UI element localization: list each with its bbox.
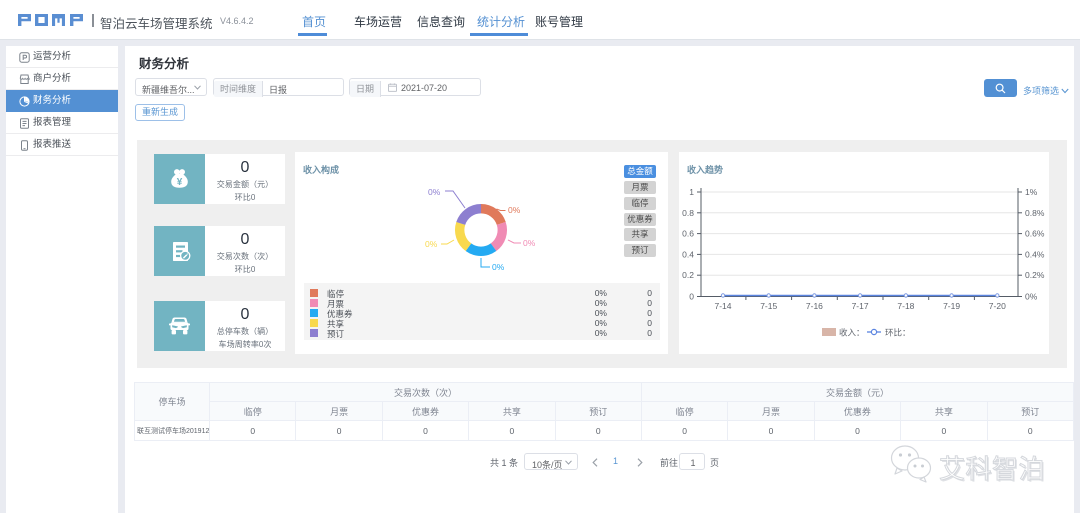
svg-text:0.8%: 0.8%: [1025, 208, 1045, 218]
svg-text:7-19: 7-19: [943, 301, 960, 311]
svg-text:0: 0: [689, 292, 694, 302]
svg-text:0%: 0%: [492, 262, 505, 272]
svg-text:0%: 0%: [1025, 292, 1038, 302]
svg-text:0%: 0%: [508, 205, 521, 215]
svg-text:收入：: 收入：: [839, 328, 865, 338]
svg-text:0.6: 0.6: [682, 229, 694, 239]
svg-text:1%: 1%: [1025, 187, 1038, 197]
svg-text:7-15: 7-15: [760, 301, 777, 311]
svg-text:0%: 0%: [428, 187, 441, 197]
svg-text:7-16: 7-16: [806, 301, 823, 311]
svg-text:7-18: 7-18: [897, 301, 914, 311]
svg-text:0.2: 0.2: [682, 270, 694, 280]
svg-text:0.6%: 0.6%: [1025, 229, 1045, 239]
svg-text:0%: 0%: [523, 238, 536, 248]
svg-text:0.4: 0.4: [682, 249, 694, 259]
svg-text:0.4%: 0.4%: [1025, 249, 1045, 259]
svg-text:0.8: 0.8: [682, 208, 694, 218]
svg-text:0%: 0%: [425, 239, 438, 249]
svg-text:环比：: 环比：: [885, 328, 911, 338]
svg-text:7-20: 7-20: [989, 301, 1006, 311]
svg-text:7-17: 7-17: [852, 301, 869, 311]
svg-text:7-14: 7-14: [714, 301, 731, 311]
svg-text:1: 1: [689, 187, 694, 197]
svg-text:¥: ¥: [177, 177, 183, 188]
svg-text:0.2%: 0.2%: [1025, 270, 1045, 280]
